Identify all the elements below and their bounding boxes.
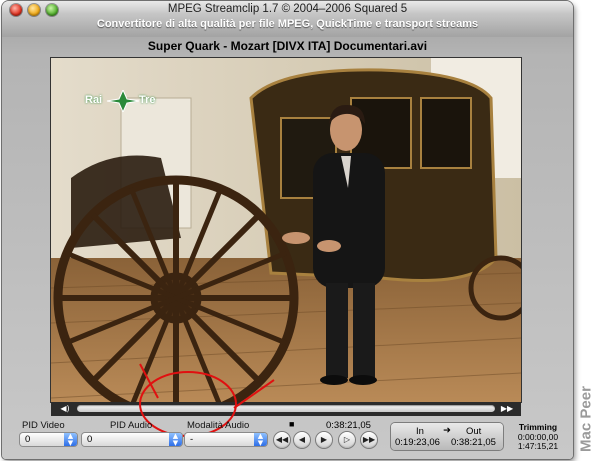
watermark-text: Mac Peer [577,385,595,452]
audio-mode-label: Modalità Audio [187,420,250,431]
popup-arrows-icon: ▲ ▼ [64,433,77,446]
scrubber-bar: ◀) ▶▶ [51,402,521,416]
popup-arrows-icon: ▲ ▼ [254,433,267,446]
arrow-right-icon: ➜ [443,425,451,436]
pid-video-select[interactable]: 0 ▲ ▼ [20,433,77,446]
fast-forward-button[interactable]: ▶▶ [361,432,377,448]
title-bar[interactable]: MPEG Streamclip 1.7 © 2004–2006 Squared … [2,1,573,37]
stop-icon: ■ [289,419,295,429]
volume-up-button[interactable]: ▶▶ [495,402,519,416]
pid-audio-value: 0 [87,434,93,445]
pid-video-value: 0 [25,434,31,445]
pid-audio-select[interactable]: 0 ▲ ▼ [82,433,182,446]
pid-video-label: PID Video [22,420,65,431]
trimming-label: Trimming [518,422,558,432]
video-frame: Rai Tre [51,58,521,402]
out-time: 0:38:21,05 [451,437,496,448]
audio-mode-select[interactable]: - ▲ ▼ [185,433,267,446]
trimming-end: 1:47:15,21 [517,441,559,451]
current-time: 0:38:21,05 [326,420,371,431]
popup-arrows-icon: ▲ ▼ [169,433,182,446]
watermark: Mac Peer [572,376,600,461]
audio-mode-value: - [190,434,194,445]
window-subtitle: Convertitore di alta qualità per file MP… [96,18,479,30]
rewind-button[interactable]: ◀◀ [274,432,290,448]
window-title: MPEG Streamclip 1.7 © 2004–2006 Squared … [167,3,408,15]
file-name: Super Quark - Mozart [DIVX ITA] Document… [147,39,428,53]
pid-audio-label: PID Audio [110,420,153,431]
step-forward-button[interactable]: ▷ [339,432,355,448]
timeline-slider[interactable] [77,405,495,412]
play-button[interactable]: ▶ [316,432,332,448]
channel-logo-left: Rai [85,94,103,106]
in-label: In [416,426,424,437]
in-time: 0:19:23,06 [395,437,440,448]
channel-logo: Rai Tre [83,90,163,112]
step-back-button[interactable]: ◀ [294,432,310,448]
channel-logo-right: Tre [139,94,156,106]
volume-down-button[interactable]: ◀) [53,402,77,416]
in-out-panel[interactable]: In ➜ Out 0:19:23,06 0:38:21,05 [391,423,503,450]
out-label: Out [466,426,482,437]
